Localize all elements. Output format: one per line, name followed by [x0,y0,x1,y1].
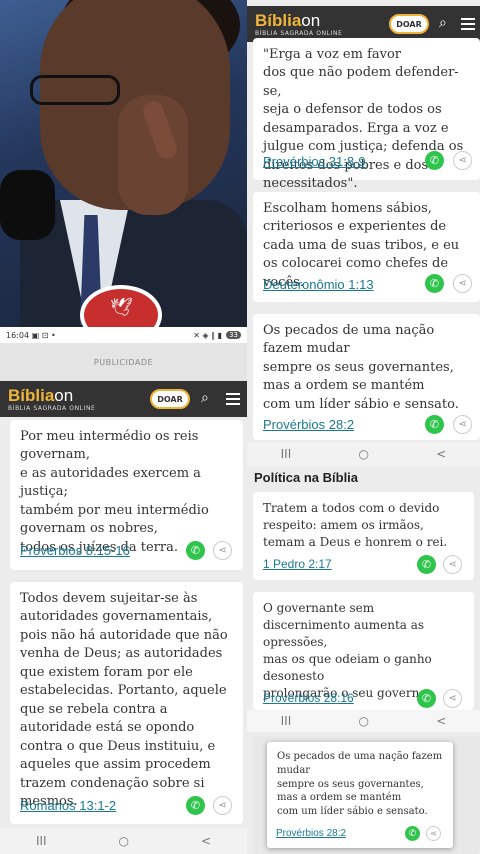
popup-verse-reference-link[interactable]: Provérbios 28:2 [276,828,346,839]
donate-button[interactable]: DOAR [389,14,429,34]
recent-apps-button[interactable]: III [281,447,292,461]
share-icon[interactable]: ⋖ [443,689,462,708]
whatsapp-icon[interactable]: ✆ [186,796,205,815]
status-icons-left: ▣ ⊡ • [31,330,56,340]
android-nav-bar: III ○ < [247,710,480,732]
back-button[interactable]: < [436,714,446,728]
menu-icon[interactable] [461,15,475,33]
back-button[interactable]: < [436,447,446,461]
app-logo[interactable]: Bíbliaon BÍBLIA SAGRADA ONLINE [255,12,342,37]
home-button[interactable]: ○ [359,714,369,728]
logo-word-biblia: Bíblia [255,10,302,30]
share-icon[interactable]: ⋖ [453,151,472,170]
status-time: 16:04 [6,330,30,340]
whatsapp-icon[interactable]: ✆ [417,555,436,574]
app-header: Bíbliaon BÍBLIA SAGRADA ONLINE DOAR ⌕ [247,6,480,42]
back-button[interactable]: < [201,834,211,848]
verse-reference-link[interactable]: 1 Pedro 2:17 [263,557,332,571]
verse-text: Por meu intermédio os reis governam, e a… [20,429,209,555]
ad-label: PUBLICIDADE [0,343,247,381]
verse-text: O governante sem discernimento aumenta a… [263,601,432,701]
verse-text: Tratem a todos com o devido respeito: am… [263,501,448,550]
logo-word-on: on [301,10,321,30]
logo-tagline: BÍBLIA SAGRADA ONLINE [255,29,343,37]
verse-reference-link[interactable]: Provérbios 28:16 [263,691,354,705]
home-button[interactable]: ○ [359,447,369,461]
microphone [0,170,55,240]
verse-text: "Erga a voz em favor dos que não podem d… [263,47,464,192]
verse-reference-link[interactable]: Provérbios 31:8-9 [263,154,366,169]
share-icon[interactable]: ⋖ [213,796,232,815]
popup-verse-card: Os pecados de uma nação fazem mudar semp… [267,742,453,848]
dove-icon: 🕊 [110,297,133,318]
verse-card: Todos devem sujeitar-se às autoridades g… [10,582,243,824]
right-screenshot: Bíbliaon BÍBLIA SAGRADA ONLINE DOAR ⌕ "E… [247,0,480,854]
verse-text: Os pecados de uma nação fazem mudar semp… [263,323,459,412]
logo-tagline: BÍBLIA SAGRADA ONLINE [8,404,96,412]
share-icon[interactable]: ⋖ [213,541,232,560]
status-bar: 16:04 ▣ ⊡ • ✕ ◈ ∥ ▮ 33 [0,327,247,343]
search-icon[interactable]: ⌕ [439,15,447,31]
verse-reference-link[interactable]: Provérbios 28:2 [263,417,354,432]
whatsapp-icon[interactable]: ✆ [425,151,444,170]
share-icon[interactable]: ⋖ [453,274,472,293]
recent-apps-button[interactable]: III [281,714,292,728]
popup-verse-text: Os pecados de uma nação fazem mudar semp… [277,751,443,818]
app-logo[interactable]: Bíbliaon BÍBLIA SAGRADA ONLINE [8,387,95,412]
share-icon[interactable]: ⋖ [453,415,472,434]
whatsapp-icon[interactable]: ✆ [417,689,436,708]
donate-button[interactable]: DOAR [150,389,190,409]
whatsapp-icon[interactable]: ✆ [405,826,420,841]
video-frame[interactable]: 🕊 [0,0,247,327]
whatsapp-icon[interactable]: ✆ [425,274,444,293]
android-nav-bar: III ○ < [247,442,480,466]
verse-reference-link[interactable]: Deuteronômio 1:13 [263,277,374,292]
section-title: Política na Bíblia [254,470,359,485]
status-icons-right: ✕ ◈ ∥ ▮ [193,330,223,340]
recent-apps-button[interactable]: III [36,834,47,848]
verse-text: Todos devem sujeitar-se às autoridades g… [20,591,228,809]
verse-reference-link[interactable]: Romanos 13:1-2 [20,798,116,813]
whatsapp-icon[interactable]: ✆ [425,415,444,434]
menu-icon[interactable] [226,390,240,408]
left-screenshot: 🕊 16:04 ▣ ⊡ • ✕ ◈ ∥ ▮ 33 PUBLICIDADE Bíbl… [0,0,247,854]
logo-word-on: on [54,385,74,405]
battery-indicator: 33 [226,331,241,339]
android-nav-bar: III ○ < [0,828,247,854]
whatsapp-icon[interactable]: ✆ [186,541,205,560]
share-icon[interactable]: ⋖ [426,826,441,841]
search-icon[interactable]: ⌕ [201,390,209,406]
app-header: Bíbliaon BÍBLIA SAGRADA ONLINE DOAR ⌕ [0,381,247,417]
logo-word-biblia: Bíblia [8,385,55,405]
verse-reference-link[interactable]: Provérbios 8:15-16 [20,543,130,558]
share-icon[interactable]: ⋖ [443,555,462,574]
home-button[interactable]: ○ [119,834,129,848]
